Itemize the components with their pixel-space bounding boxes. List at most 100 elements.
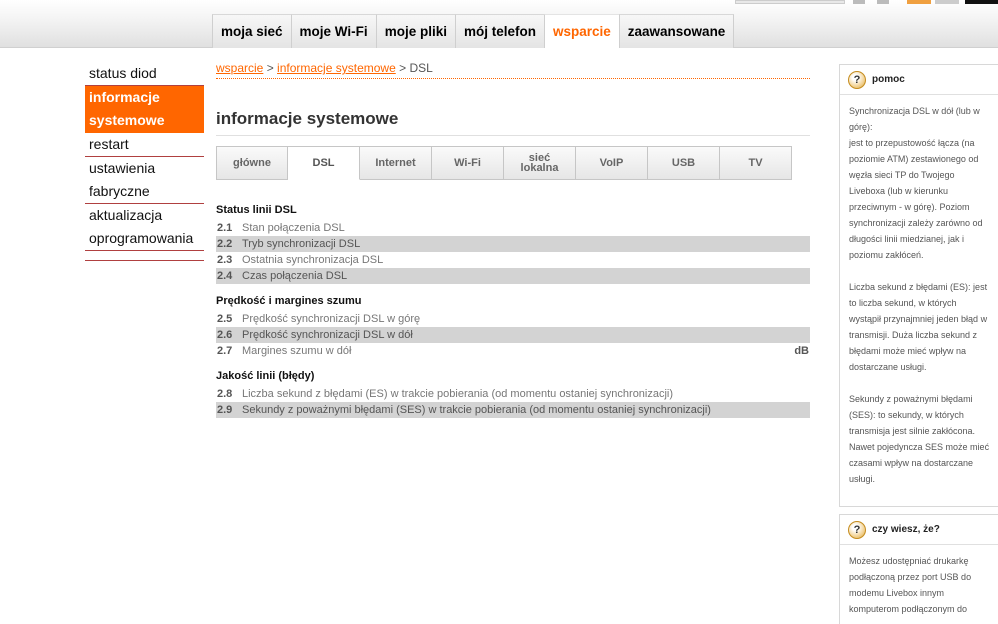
help-line: wystąpił przynajmniej jeden błąd w [849,314,988,324]
subtab-label-line: TV [748,157,763,169]
sidebar-item-3[interactable]: ustawienia fabryczne [85,157,204,204]
table-row: 2.2 Tryb synchronizacji DSL [216,236,810,252]
section-title: Jakość linii (błędy) [216,370,315,382]
help-line: poziomie ATM) zestawionego od [849,154,979,164]
row-number: 2.7 [217,345,233,357]
help-panel-body: Synchronizacja DSL w dół (lub w górę): jes… [840,95,998,497]
row-unit: dB [794,345,809,357]
info-section: Jakość linii (błędy) 2.8 Liczba sekund z b… [216,369,810,418]
help-line: dostarczane usługi. [849,362,927,372]
dsl-info-content: Status linii DSL 2.1 Stan połączenia DSL 2.… [216,203,810,428]
table-row: 2.9 Sekundy z poważnymi błędami (SES) w t… [216,402,810,418]
row-unit [809,236,810,252]
help-line: czasami wpływ na dostarczane [849,458,974,468]
subtabs: główne DSL Internet Wi-Fi sieć lokalna VoIP USB… [216,146,792,180]
subtab-label-line: Internet [375,157,416,169]
nav-tab-4[interactable]: wsparcie [543,14,619,48]
sidebar-spacer [85,251,204,261]
help-line: (SES): to sekundy, w których [849,410,964,420]
row-label: Sekundy z poważnymi błędami (SES) w trak… [242,404,711,416]
subtab-label-line: Wi-Fi [454,157,481,169]
subtab-label: DSL [313,158,335,169]
nav-tab-2[interactable]: moje pliki [375,14,455,48]
tip-panel-title: czy wiesz, że? [872,524,940,535]
help-panel-header: ? pomoc [840,65,998,95]
row-label: Liczba sekund z błędami (ES) w trakcie p… [242,388,674,400]
subtab-label-line: VoIP [599,157,624,169]
subtab-5[interactable]: VoIP [576,146,648,180]
row-label: Tryb synchronizacji DSL [242,238,361,250]
help-line: przeciwnym - w górę). Poziom [849,202,970,212]
row-number: 2.2 [217,238,233,250]
help-line: Synchronizacja DSL w dół (lub w [849,106,980,116]
help-line: jest to przepustowość łącza (na [849,138,975,148]
breadcrumb-link-support[interactable]: wsparcie [216,61,263,75]
tip-line: modemu Livebox innym [849,588,945,598]
row-unit [809,252,810,268]
help-paragraph: Sekundy z poważnymi błędami (SES): to sek… [849,391,990,487]
row-unit [809,327,810,343]
help-line: transmisja jest silnie zakłócona. [849,426,976,436]
help-line: to liczba sekund, w których [849,298,957,308]
subtab-1[interactable]: DSL [288,146,360,180]
sidebar-item-1[interactable]: informacje systemowe [85,86,204,133]
help-line: Nawet pojedyncza SES może mieć [849,442,990,452]
sidebar-item-label: fabryczne [89,183,150,199]
row-number: 2.1 [217,222,233,234]
help-line: węzła sieci TP do Twojego [849,170,955,180]
nav-tab-3[interactable]: mój telefon [454,14,544,48]
help-line: długości linii miedzianej, jak i [849,234,965,244]
breadcrumb-separator: > [263,61,278,75]
help-line: Liveboxa (lub w kierunku [849,186,949,196]
subtab-0[interactable]: główne [216,146,288,180]
sidebar-item-label: oprogramowania [89,230,194,246]
row-label: Margines szumu w dół [242,345,352,357]
nav-tab-1[interactable]: moje Wi-Fi [290,14,376,48]
page-title: informacje systemowe [216,109,399,128]
row-label: Czas połączenia DSL [242,270,348,282]
help-line: błędami może mieć wpływ na [849,346,967,356]
help-panel: ? pomoc Synchronizacja DSL w dół (lub w g… [839,64,998,507]
table-row: 2.5 Prędkość synchronizacji DSL w górę [216,311,810,327]
subtab-label-line: główne [233,157,271,169]
row-unit [809,311,810,327]
help-line: synchronizacji zależy zarówno od [849,218,983,228]
subtab-label-line: lokalna [520,162,559,174]
sidebar-item-4[interactable]: aktualizacja oprogramowania [85,204,204,251]
tip-line: Możesz udostępniać drukarkę [849,556,969,566]
help-line: Liczba sekund z błędami (ES): jest [849,282,988,292]
subtab-6[interactable]: USB [648,146,720,180]
sidebar-item-label: aktualizacja [89,207,163,223]
table-row: 2.7 Margines szumu w dół dB [216,343,810,359]
section-title: Status linii DSL [216,204,297,216]
row-label: Prędkość synchronizacji DSL w dół [242,329,413,341]
subtab-7[interactable]: TV [720,146,792,180]
sidebar-item-0[interactable]: status diod [85,62,204,86]
sidebar-item-2[interactable]: restart [85,133,204,157]
help-line: transmisji. Duża liczba sekund z [849,330,978,340]
help-line: poziomu zakłóceń. [849,250,924,260]
subtab-label: sieć lokalna [520,153,559,174]
row-unit [809,220,810,236]
subtab-3[interactable]: Wi-Fi [432,146,504,180]
nav-tab-5[interactable]: zaawansowane [618,14,735,48]
table-row: 2.4 Czas połączenia DSL [216,268,810,284]
row-number: 2.5 [217,313,233,325]
row-unit [809,268,810,284]
tip-panel: ? czy wiesz, że? Możesz udostępniać druk… [839,514,998,624]
subtab-label: VoIP [599,157,624,169]
help-paragraph: Synchronizacja DSL w dół (lub w górę): jes… [849,103,990,263]
row-number: 2.3 [217,254,233,266]
main-nav: moja sieć moje Wi-Fi moje pliki mój telefon… [212,14,735,48]
row-label: Stan połączenia DSL [242,222,345,234]
tip-line: komputerom podłączonym do [849,604,968,614]
breadcrumb-link-system-info[interactable]: informacje systemowe [277,61,396,75]
sidebar-item-label: ustawienia [89,160,156,176]
subtab-4[interactable]: sieć lokalna [504,146,576,180]
table-row: 2.3 Ostatnia synchronizacja DSL [216,252,810,268]
table-row: 2.6 Prędkość synchronizacji DSL w dół [216,327,810,343]
subtab-label: USB [672,158,695,169]
nav-tab-0[interactable]: moja sieć [212,14,291,48]
row-label: Ostatnia synchronizacja DSL [242,254,384,266]
subtab-2[interactable]: Internet [360,146,432,180]
